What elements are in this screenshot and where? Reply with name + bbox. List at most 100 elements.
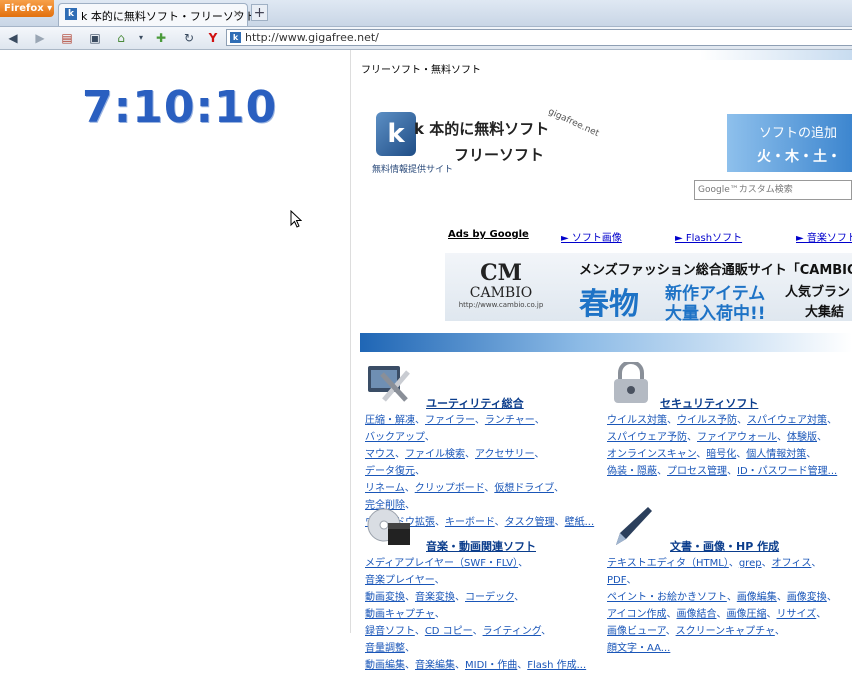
ad-link-flash-software[interactable]: ► Flashソフト — [675, 229, 742, 244]
category-link[interactable]: オンラインスキャン — [607, 449, 696, 460]
ad-headline: メンズファッション総合通販サイト「CAMBIO — [579, 263, 852, 278]
sidebar-icon[interactable]: ▣ — [86, 29, 104, 47]
clock-display: 7:10:10 — [82, 82, 278, 133]
bookmarks-icon[interactable]: ▤ — [58, 29, 76, 47]
category-link[interactable]: リサイズ — [777, 609, 817, 620]
cambio-ad-banner[interactable]: ⅭⅯ CAMBIO http://www.cambio.co.jp メンズファッ… — [445, 253, 852, 321]
back-icon[interactable]: ◀ — [4, 29, 22, 47]
mouse-cursor-icon — [290, 210, 302, 228]
site-logo[interactable]: k k 本的に無料ソフト フリーソフト gigafree.net 無料情報提供サ… — [368, 107, 603, 178]
category-link[interactable]: ライティング — [483, 626, 542, 637]
header-strip — [700, 50, 852, 60]
category-link[interactable]: キーボード — [445, 517, 495, 528]
category-link[interactable]: マウス — [365, 449, 395, 460]
home-icon[interactable]: ⌂ — [112, 29, 130, 47]
column-divider — [350, 50, 351, 633]
update-banner[interactable]: ソフトの追加 火・木・土・ — [727, 114, 852, 172]
category-link[interactable]: ウイルス予防 — [677, 415, 737, 426]
category-link[interactable]: 壁紙... — [565, 517, 595, 528]
tab-active[interactable]: k k 本的に無料ソフト・フリーソフト × — [58, 3, 256, 26]
category-links: ウイルス対策、ウイルス予防、スパイウェア対策、 スパイウェア予防、ファイアウォー… — [607, 415, 838, 477]
category-link[interactable]: PDF — [607, 575, 626, 586]
cambio-mark-icon: ⅭⅯ — [480, 260, 522, 286]
category-link[interactable]: CD コピー — [425, 626, 473, 637]
category-link[interactable]: オフィス — [772, 558, 812, 569]
category-link[interactable]: 動画編集 — [365, 660, 405, 671]
category-link[interactable]: Flash 作成... — [527, 660, 586, 671]
category-link[interactable]: 音楽変換 — [415, 592, 455, 603]
logo-line-2: フリーソフト — [454, 146, 545, 164]
category-link[interactable]: 音楽プレイヤー — [365, 575, 435, 586]
tab-close-icon[interactable]: × — [233, 7, 242, 20]
category-link[interactable]: 画像結合 — [677, 609, 717, 620]
category-link[interactable]: MIDI・作曲 — [465, 660, 517, 671]
tab-title: k 本的に無料ソフト・フリーソフト — [81, 10, 256, 23]
category-title[interactable]: セキュリティソフト — [660, 395, 758, 411]
search-input[interactable]: Google™カスタム検索 — [694, 180, 852, 200]
site-favicon-icon: k — [65, 8, 77, 20]
category-link[interactable]: アクセサリー — [475, 449, 534, 460]
reload-icon[interactable]: ↻ — [180, 29, 198, 47]
category-link[interactable]: ファイアウォール — [697, 432, 777, 443]
category-link[interactable]: ランチャー — [485, 415, 535, 426]
category-link[interactable]: 暗号化 — [706, 449, 736, 460]
category-link[interactable]: アイコン作成 — [607, 609, 667, 620]
category-link[interactable]: スパイウェア対策 — [747, 415, 827, 426]
category-link[interactable]: 個人情報対策 — [746, 449, 806, 460]
category-link[interactable]: ウイルス対策 — [607, 415, 667, 426]
ads-by-google-link[interactable]: Ads by Google — [448, 229, 529, 240]
film-icon — [367, 508, 410, 545]
yahoo-icon[interactable]: Y — [204, 29, 222, 47]
category-link[interactable]: 仮想ドライブ — [494, 483, 554, 494]
ad-big-text: 春物 — [579, 287, 639, 321]
category-link[interactable]: プロセス管理 — [667, 466, 727, 477]
category-link[interactable]: 顔文字・AA... — [607, 643, 670, 654]
cambio-logo: ⅭⅯ CAMBIO http://www.cambio.co.jp — [455, 261, 547, 315]
category-link[interactable]: データ復元 — [365, 466, 415, 477]
category-links: テキストエディタ（HTML）、grep、オフィス、PDF、 ペイント・お絵かきソ… — [607, 558, 837, 654]
navigation-toolbar: ◀ ▶ ▤ ▣ ⌂ ▾ ✚ ↻ Y k http://www.gigafree.… — [0, 27, 852, 50]
lock-icon — [614, 362, 648, 403]
category-link[interactable]: 動画キャプチャ — [365, 609, 435, 620]
category-link[interactable]: メディアプレイヤー（SWF・FLV） — [365, 558, 518, 569]
category-link[interactable]: 音量調整 — [365, 643, 405, 654]
addons-icon[interactable]: ✚ — [152, 29, 170, 47]
category-title[interactable]: 音楽・動画関連ソフト — [426, 538, 536, 554]
category-link[interactable]: スパイウェア予防 — [607, 432, 687, 443]
tools-icon — [368, 366, 410, 402]
category-title[interactable]: ユーティリティ総合 — [426, 395, 524, 411]
category-link[interactable]: クリップボード — [415, 483, 485, 494]
category-link[interactable]: 画像ビューア — [607, 626, 666, 637]
category-title[interactable]: 文書・画像・HP 作成 — [670, 538, 779, 554]
category-link[interactable]: 偽装・隠蔽 — [607, 466, 657, 477]
category-link[interactable]: 録音ソフト — [365, 626, 415, 637]
category-link[interactable]: 動画変換 — [365, 592, 405, 603]
category-link[interactable]: 圧縮・解凍 — [365, 415, 415, 426]
category-link[interactable]: 体験版 — [787, 432, 817, 443]
category-link[interactable]: リネーム — [365, 483, 405, 494]
category-link[interactable]: ファイラー — [425, 415, 475, 426]
category-link[interactable]: ペイント・お絵かきソフト — [607, 592, 727, 603]
firefox-menu-button[interactable]: Firefox ▾ — [0, 0, 54, 17]
category-link[interactable]: grep — [739, 558, 762, 569]
site-subtitle: フリーソフト・無料ソフト — [361, 65, 481, 76]
ad-link-software-images[interactable]: ► ソフト画像 — [561, 229, 622, 244]
url-text[interactable]: http://www.gigafree.net/ — [245, 31, 379, 44]
category-link[interactable]: タスク管理 — [505, 517, 555, 528]
new-tab-button[interactable]: + — [251, 4, 268, 21]
category-link[interactable]: テキストエディタ（HTML） — [607, 558, 729, 569]
category-link[interactable]: 音楽編集 — [415, 660, 455, 671]
category-link[interactable]: 画像編集 — [737, 592, 777, 603]
ad-link-music-software[interactable]: ► 音楽ソフト — [796, 229, 852, 244]
update-banner-line-1: ソフトの追加 — [759, 126, 838, 141]
chevron-down-icon[interactable]: ▾ — [132, 29, 150, 47]
category-link[interactable]: ファイル検索 — [405, 449, 465, 460]
url-bar[interactable]: k http://www.gigafree.net/ — [226, 29, 852, 46]
forward-icon[interactable]: ▶ — [31, 29, 49, 47]
category-link[interactable]: ID・パスワード管理... — [737, 466, 837, 477]
category-link[interactable]: バックアップ — [365, 432, 425, 443]
category-link[interactable]: コーデック — [465, 592, 514, 603]
category-link[interactable]: 画像圧縮 — [727, 609, 767, 620]
category-link[interactable]: スクリーンキャプチャ — [676, 626, 775, 637]
category-link[interactable]: 画像変換 — [787, 592, 827, 603]
